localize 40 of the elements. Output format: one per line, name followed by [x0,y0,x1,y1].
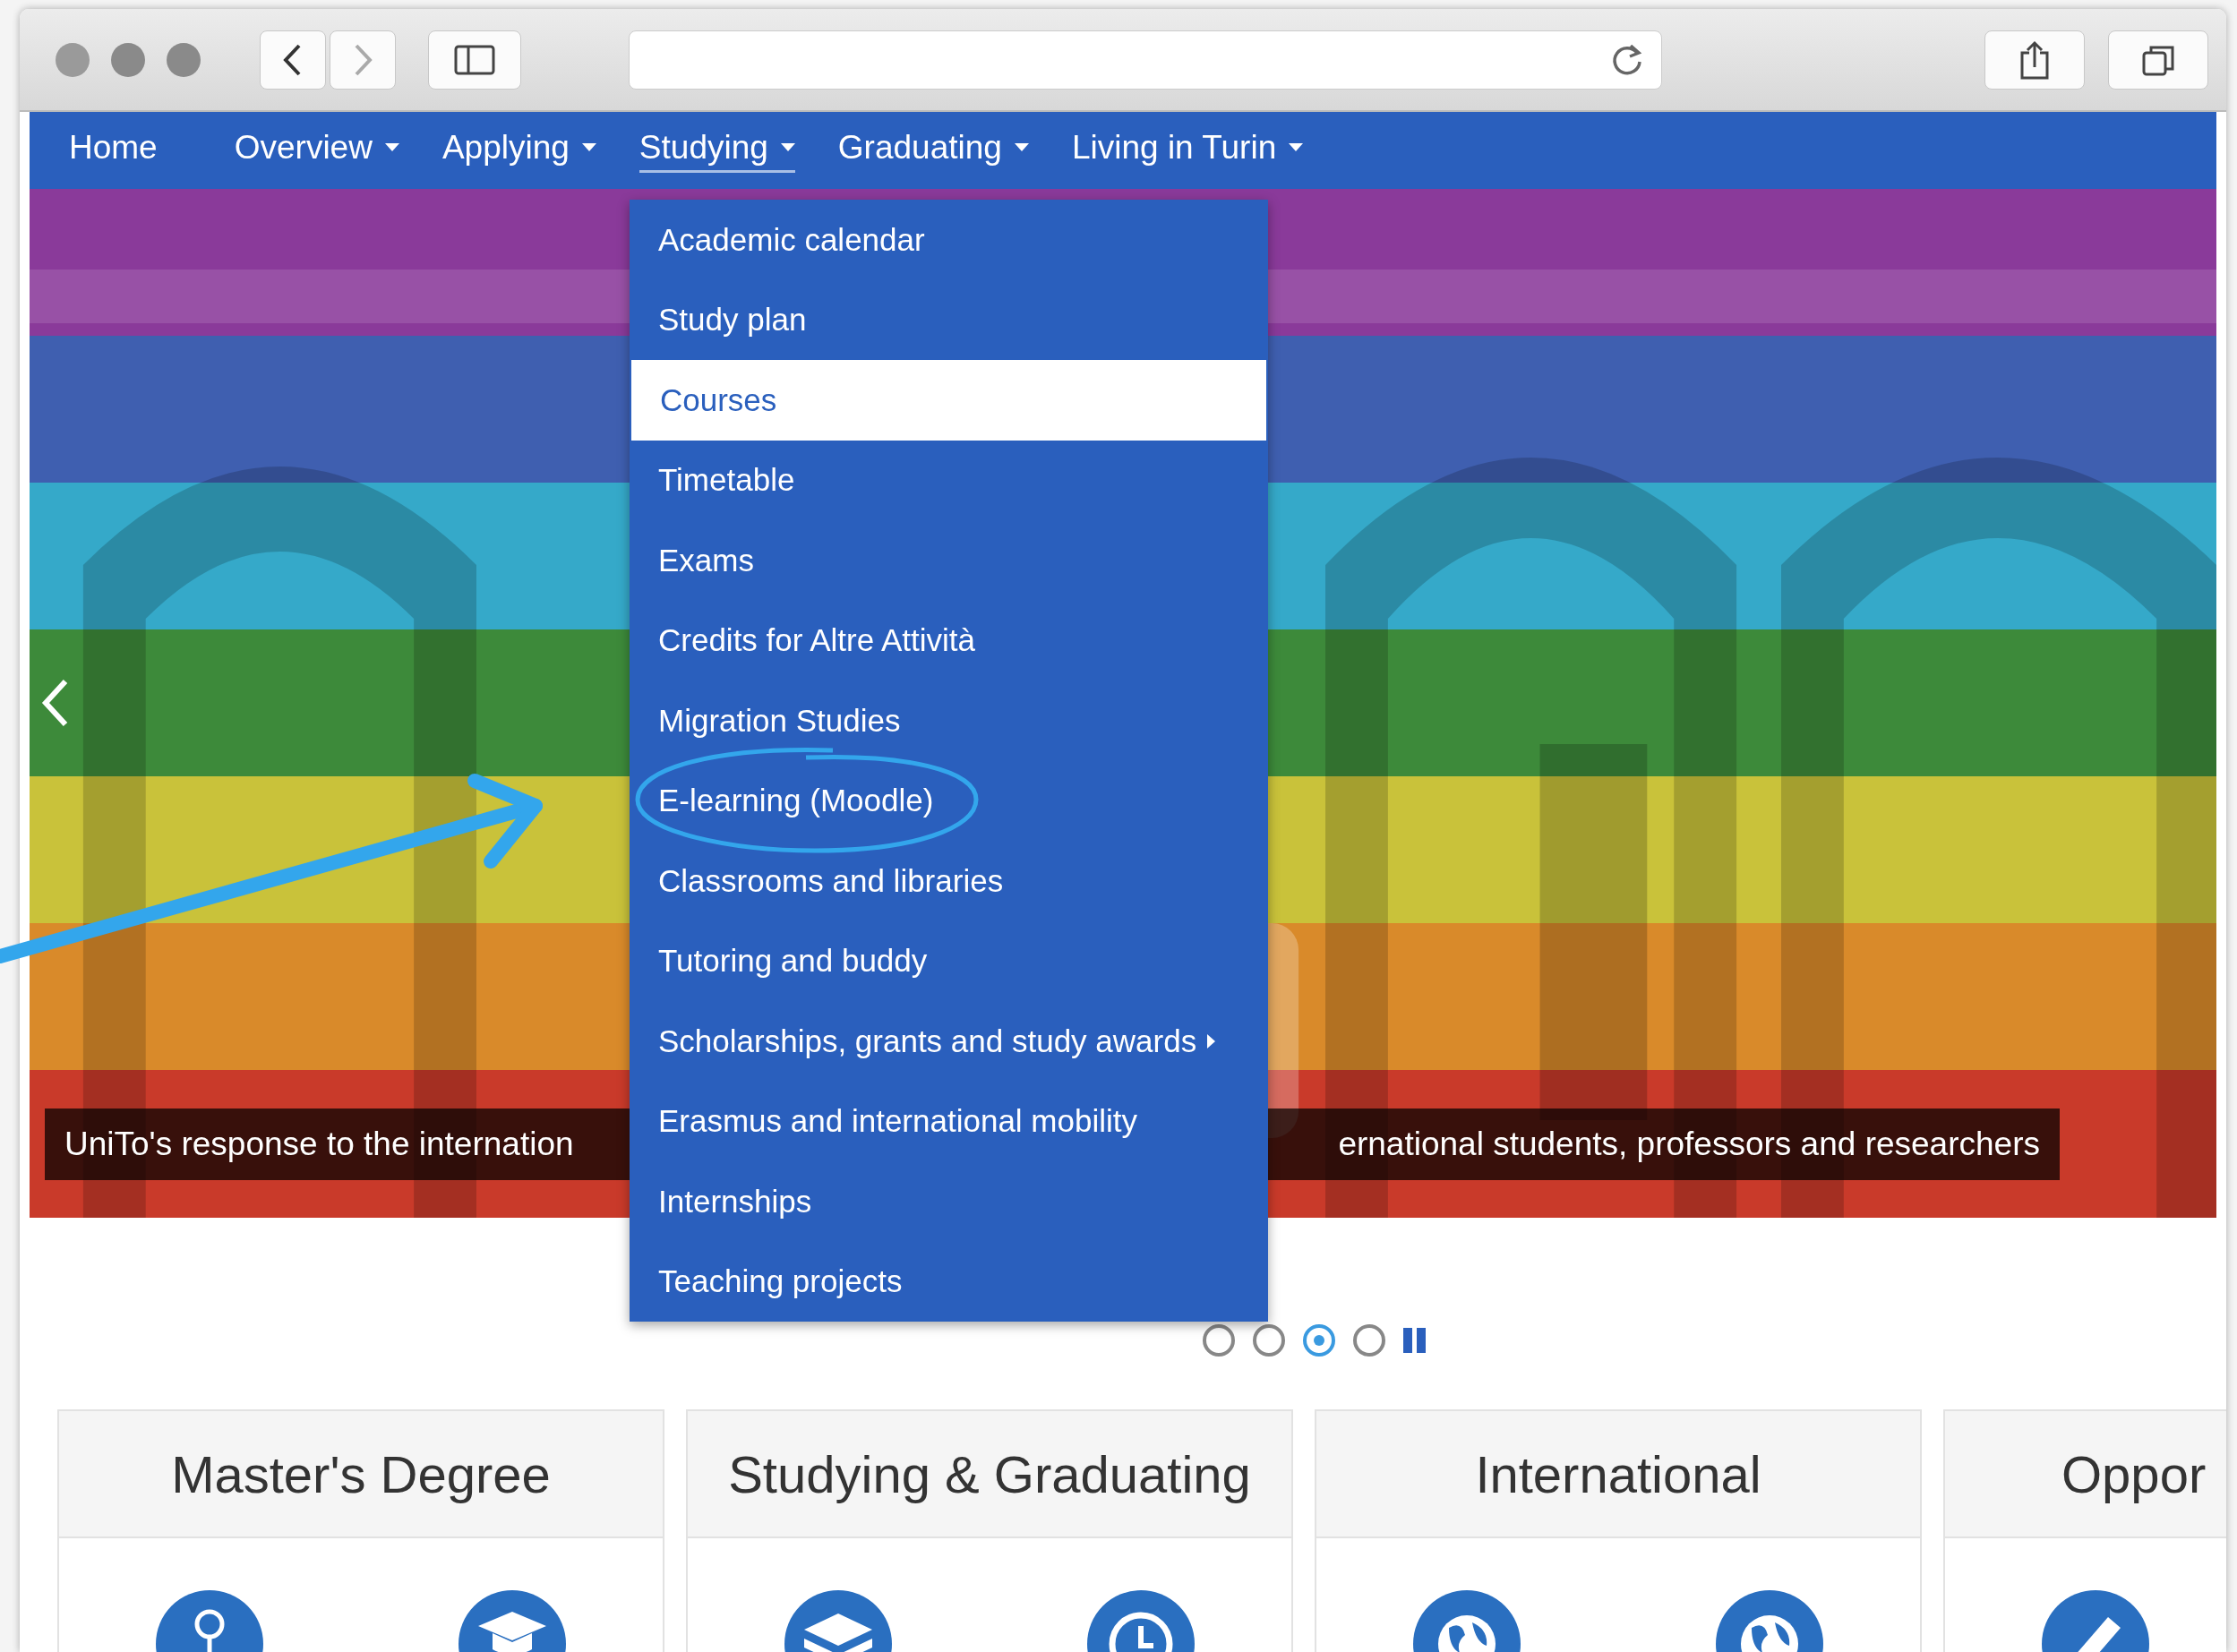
nav-link[interactable]: Home [69,128,158,173]
tabs-button[interactable] [2108,30,2208,90]
menu-item[interactable]: Erasmus and international mobility [630,1081,1268,1161]
nav-link[interactable]: Overview [234,128,399,173]
menu-item[interactable]: Study plan [630,279,1268,360]
zoom-button[interactable] [167,42,201,77]
sidebar-button[interactable] [428,30,521,90]
pause-icon[interactable] [1403,1328,1427,1353]
slide-dot[interactable] [1303,1324,1335,1357]
menu-item[interactable]: Teaching projects [630,1241,1268,1322]
minimize-button[interactable] [111,42,145,77]
nav-link[interactable]: Living in Turin [1071,128,1304,173]
menu-item[interactable]: Classrooms and libraries [630,841,1268,921]
menu-item[interactable]: Tutoring and buddy [630,920,1268,1001]
menu-item[interactable]: Timetable [630,440,1268,520]
menu-item[interactable]: Exams [630,520,1268,601]
caret-icon [1014,142,1029,152]
caption-text: ernational students, professors and researchers [1338,1126,2040,1163]
menu-item[interactable]: Internships [630,1161,1268,1242]
share-icon [2019,39,2050,80]
menu-item[interactable]: Academic calendar [630,200,1268,280]
caret-icon [1289,142,1304,152]
nav-link[interactable]: Applying [441,128,596,173]
menu-item[interactable]: Migration Studies [630,680,1268,761]
caret-icon [780,142,795,152]
nav-link[interactable]: Graduating [837,128,1029,173]
share-button[interactable] [1984,30,2085,90]
caret-icon [581,142,596,152]
back-button[interactable] [260,30,326,90]
nav-link[interactable]: Studying [639,128,795,173]
menu-item[interactable]: Courses [631,360,1266,441]
menu-item[interactable]: Scholarships, grants and study awards [630,1001,1268,1082]
menu-item[interactable]: E-learning (Moodle) [630,760,1268,841]
submenu-arrow-icon [1207,1033,1217,1049]
sidebar-icon [454,44,495,75]
caret-icon [384,142,399,152]
menu-item[interactable]: Credits for Altre Attività [630,600,1268,680]
slide-dot[interactable] [1253,1324,1285,1357]
slide-dot[interactable] [1353,1324,1385,1357]
caption-text: UniTo's response to the internation [64,1126,574,1163]
